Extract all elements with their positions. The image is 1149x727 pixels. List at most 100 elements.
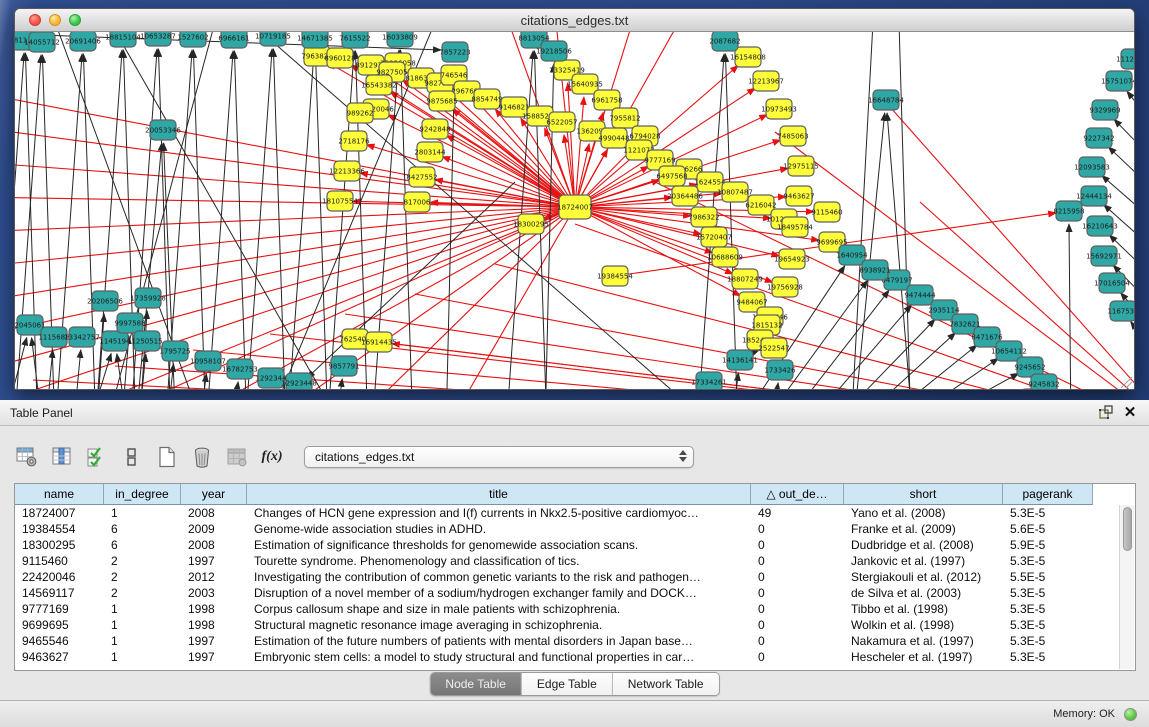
graph-node[interactable]: 16543382 bbox=[361, 75, 397, 95]
graph-node[interactable]: 18300295 bbox=[513, 214, 549, 234]
graph-node[interactable]: 8427552 bbox=[406, 167, 437, 187]
graph-node[interactable]: 9463627 bbox=[783, 186, 814, 206]
graph-node[interactable]: 19654923 bbox=[774, 249, 810, 269]
graph-node[interactable]: 19384554 bbox=[597, 266, 633, 286]
float-panel-icon[interactable] bbox=[1097, 404, 1115, 422]
graph-node[interactable]: 1250515 bbox=[131, 331, 162, 351]
graph-node[interactable]: 12923448 bbox=[281, 373, 317, 390]
minimize-window-button[interactable] bbox=[49, 14, 61, 26]
graph-node[interactable]: 2522547 bbox=[758, 338, 789, 358]
graph-node[interactable]: 17334261 bbox=[691, 372, 727, 390]
column-header-pagerank[interactable]: pagerank bbox=[1003, 484, 1093, 505]
graph-node[interactable]: 20053346 bbox=[145, 120, 181, 140]
graph-node[interactable]: 6966161 bbox=[218, 32, 249, 48]
table-row[interactable]: 946554611997Estimation of the future num… bbox=[15, 633, 1135, 649]
vertical-scrollbar[interactable] bbox=[1119, 505, 1134, 669]
graph-node[interactable]: 17016504 bbox=[1094, 273, 1130, 293]
graph-node[interactable]: 6497568 bbox=[656, 166, 687, 186]
tab-edge-table[interactable]: Edge Table bbox=[521, 673, 612, 695]
graph-node[interactable]: 12213366 bbox=[329, 161, 365, 181]
graph-node[interactable]: 2718176 bbox=[338, 131, 370, 151]
graph-node[interactable]: 13342757 bbox=[64, 327, 100, 347]
graph-node[interactable]: 4990448 bbox=[598, 128, 629, 148]
graph-node[interactable]: 15692971 bbox=[1086, 246, 1122, 266]
graph-node[interactable]: 6961758 bbox=[591, 90, 622, 110]
graph-node[interactable]: 15751074 bbox=[1101, 71, 1134, 91]
graph-node[interactable]: 1167533 bbox=[1107, 301, 1134, 321]
zoom-window-button[interactable] bbox=[69, 14, 81, 26]
show-column-button[interactable] bbox=[49, 444, 75, 470]
network-canvas[interactable]: 7963822896012889129342322605898275051654… bbox=[15, 32, 1134, 390]
graph-node[interactable]: 20206506 bbox=[87, 291, 123, 311]
column-header-year[interactable]: year bbox=[181, 484, 247, 505]
function-builder-button[interactable]: f(x) bbox=[259, 444, 285, 470]
graph-node[interactable]: 19218506 bbox=[536, 41, 572, 61]
graph-node[interactable]: 10688609 bbox=[707, 247, 743, 267]
graph-node[interactable]: 2087682 bbox=[709, 32, 740, 51]
merge-columns-button[interactable] bbox=[119, 444, 145, 470]
tab-network-table[interactable]: Network Table bbox=[612, 673, 719, 695]
graph-node[interactable]: 19756928 bbox=[767, 277, 803, 297]
table-row[interactable]: 1872400712008Changes of HCN gene express… bbox=[15, 505, 1135, 521]
graph-node[interactable]: 9857791 bbox=[328, 356, 359, 376]
graph-node[interactable]: 12093583 bbox=[1074, 157, 1110, 177]
graph-node[interactable]: 10973493 bbox=[761, 99, 797, 119]
table-row[interactable]: 977716911998Corpus callosum shape and si… bbox=[15, 601, 1135, 617]
graph-node[interactable]: 10653287 bbox=[140, 32, 176, 46]
graph-node[interactable]: 16914435 bbox=[361, 332, 397, 352]
graph-node[interactable]: 15720407 bbox=[696, 227, 732, 247]
graph-node[interactable]: 7615522 bbox=[339, 32, 370, 48]
graph-node[interactable]: 20364486 bbox=[667, 186, 703, 206]
graph-node[interactable]: 9242848 bbox=[419, 119, 450, 139]
resize-grip-icon[interactable] bbox=[1121, 377, 1132, 388]
graph-node[interactable]: 9875685 bbox=[426, 91, 457, 111]
table-row[interactable]: 1938455462009Genome-wide association stu… bbox=[15, 521, 1135, 537]
table-row[interactable]: 911546021997Tourette syndrome. Phenomeno… bbox=[15, 553, 1135, 569]
table-row[interactable]: 1456911722003Disruption of a novel membe… bbox=[15, 585, 1135, 601]
column-header-short[interactable]: short bbox=[844, 484, 1003, 505]
graph-node[interactable]: 8215958 bbox=[1053, 201, 1084, 221]
graph-node[interactable]: 2803144 bbox=[414, 142, 446, 162]
graph-node[interactable]: 18495784 bbox=[777, 217, 813, 237]
table-row[interactable]: 1830029562008Estimation of significance … bbox=[15, 537, 1135, 553]
column-header-in_degree[interactable]: in_degree bbox=[104, 484, 181, 505]
graph-node[interactable]: 6522057 bbox=[546, 112, 577, 132]
column-header-out_degree[interactable]: △ out_de… bbox=[751, 484, 844, 505]
graph-node[interactable]: 16033809 bbox=[382, 32, 418, 47]
graph-node[interactable]: 14136141 bbox=[722, 350, 758, 370]
graph-node[interactable]: 17359928 bbox=[130, 288, 166, 308]
table-row[interactable]: 2242004622012Investigating the contribut… bbox=[15, 569, 1135, 585]
table-settings-button[interactable] bbox=[14, 444, 40, 470]
close-panel-icon[interactable]: ✕ bbox=[1121, 404, 1139, 422]
graph-node[interactable]: 16648784 bbox=[868, 90, 904, 110]
graph-node[interactable]: 18807249 bbox=[727, 269, 763, 289]
graph-node[interactable]: 1733426 bbox=[764, 360, 796, 380]
graph-node[interactable]: 16210643 bbox=[1082, 216, 1118, 236]
graph-node[interactable]: 14671385 bbox=[297, 32, 333, 48]
column-header-title[interactable]: title bbox=[247, 484, 751, 505]
table-selector-dropdown[interactable]: citations_edges.txt bbox=[304, 446, 694, 468]
graph-node[interactable]: 10958107 bbox=[190, 351, 226, 371]
graph-node[interactable]: 9227342 bbox=[1083, 128, 1114, 148]
column-header-name[interactable]: name bbox=[15, 484, 104, 505]
graph-node[interactable]: 7955812 bbox=[609, 108, 640, 128]
graph-node[interactable]: 1145194 bbox=[99, 331, 131, 351]
graph-node[interactable]: 9997588 bbox=[114, 313, 145, 333]
graph-node[interactable]: 7857223 bbox=[439, 42, 470, 62]
graph-node[interactable]: 12213967 bbox=[748, 71, 784, 91]
graph-node[interactable]: 8960128 bbox=[324, 48, 355, 68]
graph-node[interactable]: 11121314 bbox=[1116, 49, 1134, 69]
graph-node[interactable]: 20691406 bbox=[65, 32, 101, 51]
graph-node[interactable]: 10719185 bbox=[255, 32, 291, 46]
delete-table-button[interactable] bbox=[189, 444, 215, 470]
table-row[interactable]: 969969511998Structural magnetic resonanc… bbox=[15, 617, 1135, 633]
graph-node[interactable]: 1527602 bbox=[177, 32, 208, 47]
graph-node[interactable]: 18107554 bbox=[322, 191, 358, 211]
graph-node[interactable]: 7485063 bbox=[777, 126, 808, 146]
graph-node[interactable]: 18815104 bbox=[105, 32, 141, 47]
graph-node[interactable]: 817006 bbox=[404, 192, 431, 212]
graph-node[interactable]: 14055712 bbox=[24, 32, 60, 52]
table-row[interactable]: 946362711997Embryonic stem cells: a mode… bbox=[15, 649, 1135, 665]
import-table-button[interactable] bbox=[224, 444, 250, 470]
graph-node[interactable]: 989262 bbox=[347, 103, 374, 123]
